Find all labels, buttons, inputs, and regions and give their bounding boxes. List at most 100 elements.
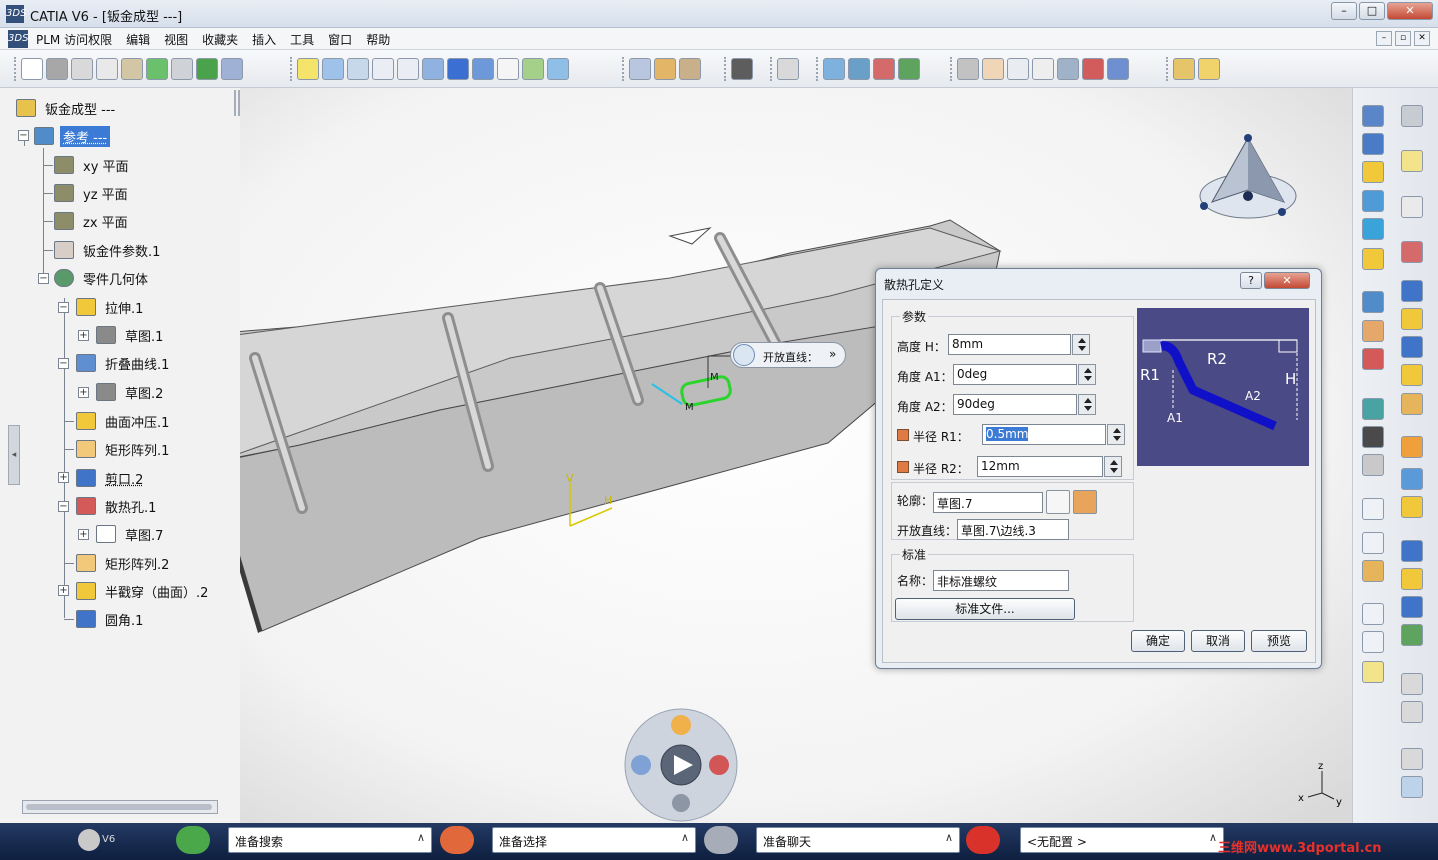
zoom-in-icon[interactable] (372, 58, 394, 80)
tree-node-surface-stamp-1[interactable]: 曲面冲压.1 (76, 410, 172, 432)
collapse-tree-tab[interactable]: ◂ (8, 425, 20, 485)
toolbar-grip[interactable] (1166, 57, 1170, 81)
expander-part-body[interactable]: − (38, 273, 49, 284)
update-icon[interactable] (196, 58, 218, 80)
tree-node-rect-pattern-2[interactable]: 矩形阵列.2 (76, 552, 172, 574)
angle-icon[interactable] (1401, 540, 1423, 562)
search-field[interactable]: 准备搜索 ∧ (228, 827, 432, 853)
text-abc-icon[interactable] (1362, 498, 1384, 520)
catalog-icon[interactable] (629, 58, 651, 80)
tree-node-xy-plane[interactable]: xy 平面 (54, 154, 132, 176)
flat-pattern-icon[interactable] (1401, 468, 1423, 490)
toolbar-grip[interactable] (770, 57, 774, 81)
sheet-edit-icon[interactable] (1198, 58, 1220, 80)
tree-node-yz-plane[interactable]: yz 平面 (54, 182, 131, 204)
bead-icon[interactable] (1401, 596, 1423, 618)
tree-node-extrude-1[interactable]: 拉伸.1 (76, 296, 146, 318)
line-icon[interactable] (1362, 631, 1384, 653)
toolbar-grip[interactable] (816, 57, 820, 81)
tree-node-sheetmetal-params[interactable]: 钣金件参数.1 (54, 239, 163, 261)
config-field[interactable]: <无配置 > ∧ (1020, 827, 1224, 853)
sketch-create-icon[interactable] (1073, 490, 1097, 514)
sketcher-icon[interactable] (1401, 196, 1423, 218)
wall-icon[interactable] (1362, 105, 1384, 127)
stamp-press-icon[interactable] (1362, 560, 1384, 582)
tree-node-louver-1[interactable]: 散热孔.1 (76, 495, 159, 517)
point-to-point-icon[interactable] (1401, 336, 1423, 358)
tree-horizontal-scrollbar[interactable] (22, 800, 218, 814)
print-icon[interactable] (46, 58, 68, 80)
menu-view[interactable]: 视图 (164, 31, 188, 48)
close-button[interactable]: ✕ (1387, 2, 1433, 20)
expander-reference[interactable]: − (18, 130, 29, 141)
material-icon[interactable] (654, 58, 676, 80)
curve-stamp-icon[interactable] (1401, 624, 1423, 646)
toolbar-grip[interactable] (950, 57, 954, 81)
expander-sketch-7[interactable]: + (78, 529, 89, 540)
doc-restore-button[interactable]: ▫ (1395, 31, 1411, 46)
menu-help[interactable]: 帮助 (366, 31, 390, 48)
tree-node-cutout-2[interactable]: 剪口.2 (76, 467, 146, 489)
surface-icon[interactable] (1401, 496, 1423, 518)
tree-node-sketch-1[interactable]: 草图.1 (96, 324, 166, 346)
sketch-edit-icon[interactable] (1046, 490, 1070, 514)
toolbar-grip[interactable] (622, 57, 626, 81)
plane-tool-icon[interactable] (1362, 661, 1384, 683)
radius-r1-checkbox[interactable] (897, 429, 909, 441)
save-data-icon[interactable] (1362, 426, 1384, 448)
parameters-icon[interactable] (1401, 748, 1423, 770)
rotate-icon[interactable] (347, 58, 369, 80)
expander-extrude[interactable]: − (58, 302, 69, 313)
stamp-icon[interactable] (873, 58, 895, 80)
toolbar-grip[interactable] (290, 57, 294, 81)
doc-close-button[interactable]: ✕ (1414, 31, 1430, 46)
recognize-icon[interactable] (1401, 241, 1423, 263)
point-icon[interactable] (1362, 603, 1384, 625)
search-icon[interactable] (176, 826, 210, 854)
hopper-icon[interactable] (1362, 190, 1384, 212)
tree-node-sketch-7[interactable]: 草图.7 (96, 523, 166, 545)
expander-half-pierce[interactable]: + (58, 585, 69, 596)
chat-field[interactable]: 准备聊天 ∧ (756, 827, 960, 853)
tree-node-zx-plane[interactable]: zx 平面 (54, 210, 131, 232)
binary-icon[interactable] (1032, 58, 1054, 80)
multi-view-icon[interactable] (447, 58, 469, 80)
unfolding-icon[interactable] (1362, 291, 1384, 313)
menu-edit[interactable]: 编辑 (126, 31, 150, 48)
people-icon[interactable] (671, 715, 691, 735)
open-line-input[interactable]: 草图.7\边线.3 (957, 519, 1069, 540)
hand-icon[interactable] (982, 58, 1004, 80)
copy-icon[interactable] (96, 58, 118, 80)
normal-view-icon[interactable] (422, 58, 444, 80)
angle-a2-spinner[interactable] (1078, 394, 1096, 415)
radius-r2-spinner[interactable] (1104, 456, 1122, 477)
expander-sketch-1[interactable]: + (78, 330, 89, 341)
redo-icon[interactable] (171, 58, 193, 80)
menu-favorites[interactable]: 收藏夹 (202, 31, 238, 48)
compass-widget-icon[interactable] (631, 755, 651, 775)
expander-louver[interactable]: − (58, 501, 69, 512)
dialog-help-button[interactable]: ? (1240, 272, 1262, 289)
bend-icon[interactable] (1401, 280, 1423, 302)
swept-wall-icon[interactable] (1362, 218, 1384, 240)
tree-node-part-body[interactable]: 零件几何体 (54, 267, 151, 289)
boundary-icon[interactable] (1057, 58, 1079, 80)
design-table-icon[interactable] (1362, 454, 1384, 476)
tree-node-reference[interactable]: 参考 --- (34, 125, 111, 147)
new-icon[interactable] (21, 58, 43, 80)
ok-button[interactable]: 确定 (1131, 630, 1185, 652)
paste-icon[interactable] (121, 58, 143, 80)
preview-button[interactable]: 预览 (1251, 630, 1307, 652)
dialog-close-button[interactable]: ✕ (1264, 272, 1310, 289)
unfold-icon[interactable] (898, 58, 920, 80)
list-icon[interactable] (1107, 58, 1129, 80)
extrusion-icon[interactable] (1362, 161, 1384, 183)
cutting-icon[interactable] (1401, 393, 1423, 415)
wall-edge-icon[interactable] (1362, 133, 1384, 155)
tree-node-fillet-1[interactable]: 圆角.1 (76, 608, 146, 630)
whats-this-icon[interactable] (221, 58, 243, 80)
radius-r2-checkbox[interactable] (897, 461, 909, 473)
hide-show-icon[interactable] (497, 58, 519, 80)
undo-icon[interactable] (146, 58, 168, 80)
capture-icon[interactable] (731, 58, 753, 80)
